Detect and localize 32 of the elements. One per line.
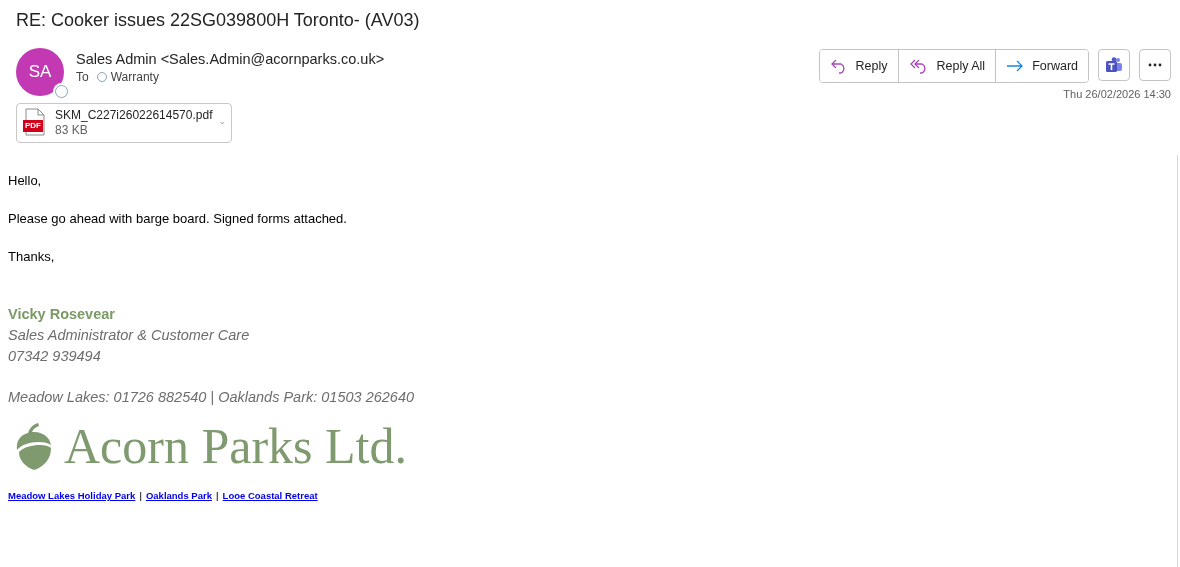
sender-name: Sales Admin <Sales.Admin@acornparks.co.uk>	[76, 51, 385, 67]
park-link[interactable]: Meadow Lakes Holiday Park	[8, 490, 136, 501]
chevron-down-icon[interactable]	[220, 120, 225, 126]
signature-title: Sales Administrator & Customer Care	[8, 326, 251, 345]
presence-icon	[55, 85, 68, 98]
body-paragraph: Please go ahead with barge board. Signed forms attached.	[8, 210, 348, 228]
signature-phone: 07342 939494	[8, 347, 102, 366]
more-icon	[1148, 63, 1162, 67]
teams-icon	[1105, 57, 1123, 73]
pdf-file-icon: PDF	[23, 108, 47, 138]
attachment-card[interactable]: PDF SKM_C227i26022614570.pdf 83 KB	[16, 103, 232, 143]
body-paragraph: Thanks,	[8, 248, 56, 266]
park-link[interactable]: Looe Coastal Retreat	[222, 490, 318, 501]
acorn-icon	[14, 421, 54, 471]
to-label: To	[76, 70, 89, 84]
signature-name: Vicky Rosevear	[8, 305, 116, 324]
arrow-right-icon	[1006, 59, 1025, 73]
forward-button[interactable]: Forward	[995, 50, 1088, 82]
link-separator: |	[139, 490, 142, 501]
recipient-name[interactable]: Warranty	[110, 70, 159, 84]
more-button[interactable]	[1139, 49, 1171, 81]
park-link[interactable]: Oaklands Park	[145, 490, 212, 501]
attachment-size: 83 KB	[55, 123, 89, 138]
company-logo-text: Acorn Parks Ltd.	[64, 417, 407, 476]
attachment-name: SKM_C227i26022614570.pdf	[55, 108, 213, 123]
sent-date: Thu 26/02/2026 14:30	[1063, 88, 1171, 100]
teams-button[interactable]	[1098, 49, 1130, 81]
avatar-initials: SA	[28, 62, 52, 82]
office-numbers: Meadow Lakes: 01726 882540 | Oaklands Park: 01503 262640	[8, 388, 416, 407]
email-subject: RE: Cooker issues 22SG039800H Toronto- (AV03)	[16, 9, 421, 32]
link-separator: |	[215, 490, 219, 501]
body-paragraph: Hello,	[8, 172, 43, 190]
